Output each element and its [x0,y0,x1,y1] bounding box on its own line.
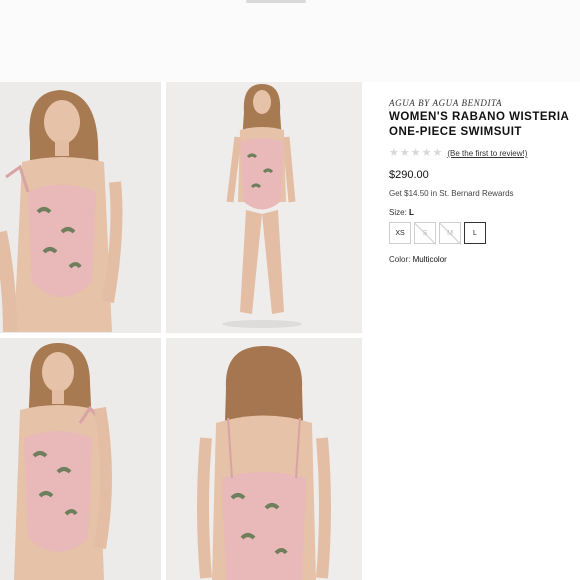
product-brand[interactable]: AGUA BY AGUA BENDITA [389,98,502,108]
size-option-s[interactable]: S [414,222,436,244]
star-icon: ★ [389,147,399,159]
product-title: WOMEN'S RABANO WISTERIA ONE-PIECE SWIMSU… [389,110,580,140]
store-logo[interactable] [246,0,306,3]
star-icon: ★ [399,147,410,159]
rating-stars: ★ ★ ★ ★ ★ [389,148,442,159]
product-gallery [0,82,362,580]
product-photo-front-detail[interactable] [0,338,161,580]
write-review-link[interactable]: (Be the first to review!) [447,149,527,158]
size-option-l[interactable]: L [464,222,486,244]
star-icon: ★ [410,147,421,159]
size-option-xs[interactable]: XS [389,222,411,244]
color-label-text: Color: [389,255,411,264]
rewards-text: Get $14.50 in St. Bernard Rewards [389,189,514,198]
color-value: Multicolor [412,255,447,264]
top-header [0,0,580,82]
product-title-line-1: WOMEN'S RABANO WISTERIA [389,111,570,123]
size-label: Size: L [389,208,414,217]
product-details-panel: AGUA BY AGUA BENDITA WOMEN'S RABANO WIST… [362,82,580,580]
product-photo-front-close[interactable] [0,82,161,333]
product-price: $290.00 [389,169,429,181]
star-icon: ★ [432,147,443,159]
selected-size-value: L [409,208,414,217]
product-title-line-2: ONE-PIECE SWIMSUIT [389,126,522,138]
size-option-m[interactable]: M [439,222,461,244]
product-photo-front-full[interactable] [166,82,362,333]
color-label: Color: Multicolor [389,255,447,264]
product-rating: ★ ★ ★ ★ ★ (Be the first to review!) [389,148,527,159]
size-selector: XS S M L [389,222,486,244]
product-photo-back[interactable] [166,338,362,580]
star-icon: ★ [421,147,432,159]
size-label-text: Size: [389,208,407,217]
